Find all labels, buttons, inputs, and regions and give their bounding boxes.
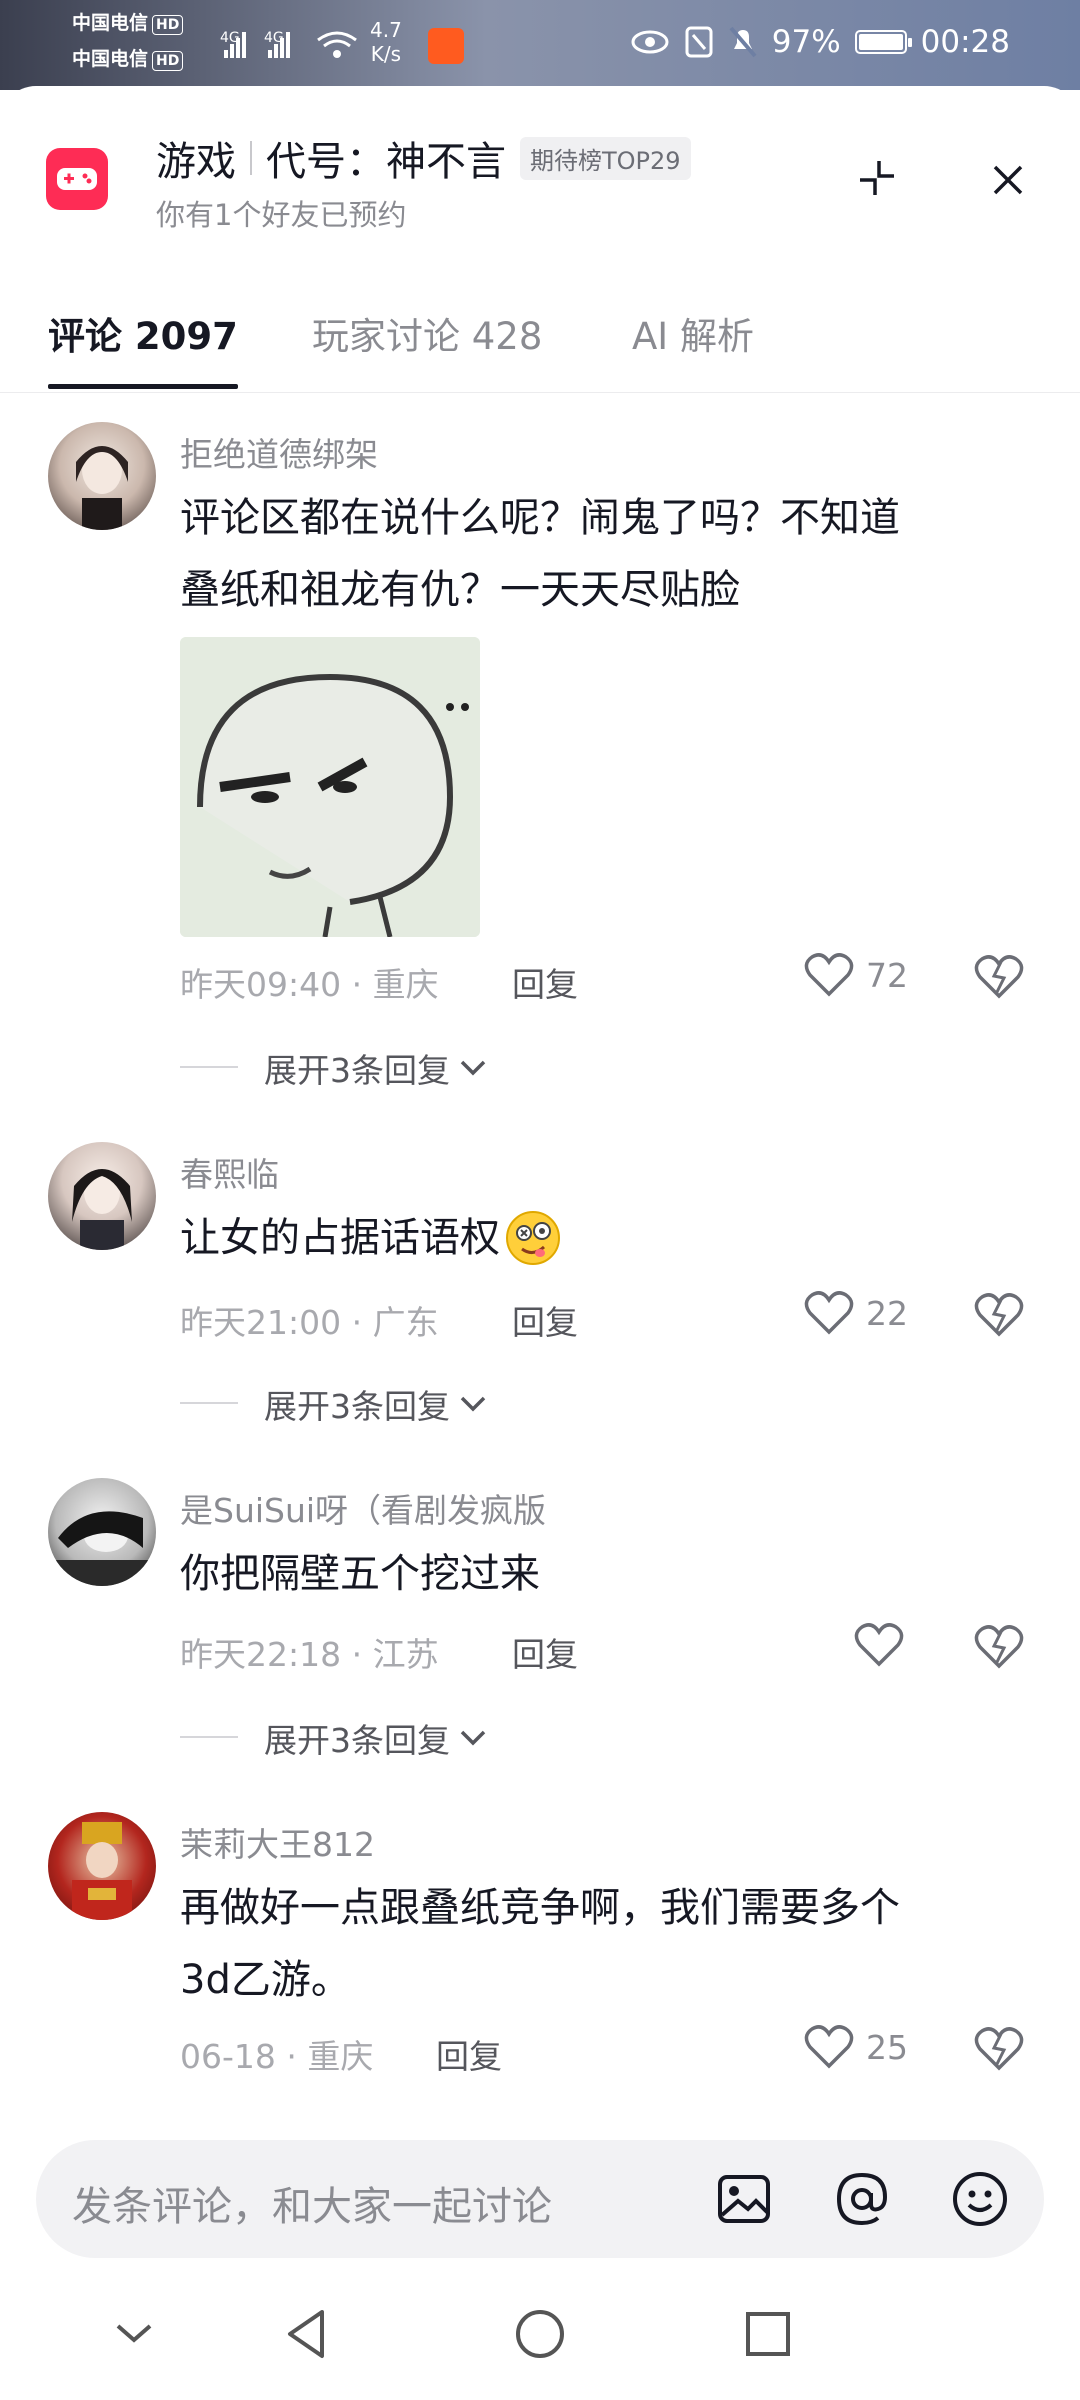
like-count: 72 (866, 955, 908, 995)
app-notification-icon (428, 28, 464, 64)
status-right: 97% 00:28 (630, 24, 1010, 60)
comment-input-bar[interactable]: 发条评论，和大家一起讨论 (36, 2140, 1044, 2258)
heart-icon (804, 953, 854, 997)
mute-bell-icon (729, 26, 757, 58)
comment-time-location: 昨天09:40 · 重庆 (180, 965, 439, 1004)
expand-replies-button[interactable]: 展开3条回复 (264, 1044, 488, 1092)
chevron-down-icon (460, 1060, 486, 1076)
expand-divider (180, 1736, 238, 1738)
reply-button[interactable]: 回复 (512, 1628, 578, 1676)
game-controller-icon (46, 148, 108, 210)
expand-replies-button[interactable]: 展开3条回复 (264, 1380, 488, 1428)
tab-comments[interactable]: 评论 2097 (48, 306, 238, 360)
battery-icon (854, 30, 912, 54)
heart-icon (804, 2025, 854, 2069)
carrier-1-label: 中国电信 (72, 12, 149, 34)
eye-icon (631, 30, 669, 54)
reply-button[interactable]: 回复 (512, 1296, 578, 1344)
comment-username[interactable]: 茉莉大王812 (180, 1818, 375, 1866)
title-category: 游戏 (156, 139, 236, 185)
chevron-down-icon (460, 1730, 486, 1746)
avatar[interactable] (48, 422, 156, 530)
home-icon[interactable] (504, 2298, 576, 2370)
avatar[interactable] (48, 1478, 156, 1586)
expand-replies-label: 展开3条回复 (264, 1387, 450, 1426)
heart-icon[interactable] (854, 1622, 904, 1668)
ranking-badge: 期待榜TOP29 (520, 136, 691, 180)
nfc-icon (685, 26, 713, 58)
comment-text-line: 你把隔壁五个挖过来 (180, 1551, 540, 1597)
comment-text-line: 3d乙游。 (180, 1957, 351, 2003)
comment-username[interactable]: 拒绝道德绑架 (180, 428, 378, 476)
reply-button[interactable]: 回复 (512, 958, 578, 1006)
tab-player-discussion[interactable]: 玩家讨论 428 (312, 306, 542, 360)
comment-input-placeholder[interactable]: 发条评论，和大家一起讨论 (72, 2174, 552, 2232)
carrier-1: 中国电信 HD (72, 10, 184, 36)
hide-keyboard-chevron-icon[interactable] (98, 2298, 170, 2370)
collapse-icon[interactable] (852, 153, 902, 203)
network-speed-unit: K/s (370, 42, 402, 66)
expand-replies-button[interactable]: 展开3条回复 (264, 1714, 488, 1762)
dislike-icon[interactable] (974, 954, 1024, 1000)
network-speed: 4.7 K/s (370, 18, 402, 66)
tab-bar: 评论 2097 玩家讨论 428 AI 解析 (0, 296, 1080, 393)
emoji-icon[interactable] (948, 2167, 1012, 2231)
header-subtitle: 你有1个好友已预约 (156, 198, 407, 232)
expand-divider (180, 1066, 238, 1068)
comment-time-location: 昨天21:00 · 广东 (180, 1303, 439, 1342)
status-bar: 中国电信 HD 中国电信 HD 4G 4G 4.7 K/s 97% 00:28 (0, 0, 1080, 90)
active-tab-indicator (48, 384, 238, 389)
comment-text: 让女的占据话语权 (180, 1202, 562, 1274)
carrier-2: 中国电信 HD (72, 46, 184, 72)
dislike-icon[interactable] (974, 1292, 1024, 1338)
expand-replies-label: 展开3条回复 (264, 1051, 450, 1090)
like-button[interactable]: 22 (804, 1290, 908, 1336)
expand-replies-label: 展开3条回复 (264, 1721, 450, 1760)
comment-username[interactable]: 是SuiSui呀（看剧发疯版 (180, 1484, 546, 1532)
mention-icon[interactable] (830, 2167, 894, 2231)
comment-time-location: 06-18 · 重庆 (180, 2037, 374, 2076)
comment-text-line: 评论区都在说什么呢？闹鬼了吗？不知道 (180, 495, 900, 541)
signal-icon: 4G 4G (220, 30, 357, 58)
comment-text-line: 再做好一点跟叠纸竞争啊，我们需要多个 (180, 1885, 900, 1931)
emoji-dizzy-face-icon (506, 1211, 560, 1265)
clock: 00:28 (920, 24, 1010, 60)
hd-badge: HD (152, 51, 184, 71)
network-speed-value: 4.7 (370, 18, 402, 42)
back-icon[interactable] (272, 2298, 344, 2370)
close-icon[interactable] (983, 155, 1033, 205)
tab-ai-analysis[interactable]: AI 解析 (632, 306, 754, 360)
like-count: 22 (866, 1293, 908, 1333)
like-button[interactable]: 72 (804, 952, 908, 998)
comment-text-line: 让女的占据话语权 (180, 1215, 500, 1261)
dislike-icon[interactable] (974, 1624, 1024, 1670)
system-navigation-bar (0, 2270, 1080, 2400)
recents-icon[interactable] (732, 2298, 804, 2370)
like-count: 25 (866, 2027, 908, 2067)
game-title: 代号：神不言 (266, 139, 506, 185)
comment-time-location: 昨天22:18 · 江苏 (180, 1635, 439, 1674)
battery-percent: 97% (771, 24, 841, 60)
like-button[interactable]: 25 (804, 2024, 908, 2070)
avatar[interactable] (48, 1812, 156, 1920)
comment-username[interactable]: 春熙临 (180, 1148, 279, 1196)
chevron-down-icon (460, 1396, 486, 1412)
reply-button[interactable]: 回复 (436, 2030, 502, 2078)
comment-text-line: 叠纸和祖龙有仇？一天天尽贴脸 (180, 567, 740, 613)
dislike-icon[interactable] (974, 2026, 1024, 2072)
expand-divider (180, 1402, 238, 1404)
carrier-2-label: 中国电信 (72, 48, 149, 70)
heart-icon (804, 1291, 854, 1335)
image-icon[interactable] (712, 2167, 776, 2231)
header-title[interactable]: 游戏 代号：神不言 期待榜TOP29 (156, 128, 691, 188)
avatar[interactable] (48, 1142, 156, 1250)
comment-sticker-image[interactable] (180, 637, 480, 937)
hd-badge: HD (152, 15, 184, 35)
title-divider (250, 141, 252, 175)
